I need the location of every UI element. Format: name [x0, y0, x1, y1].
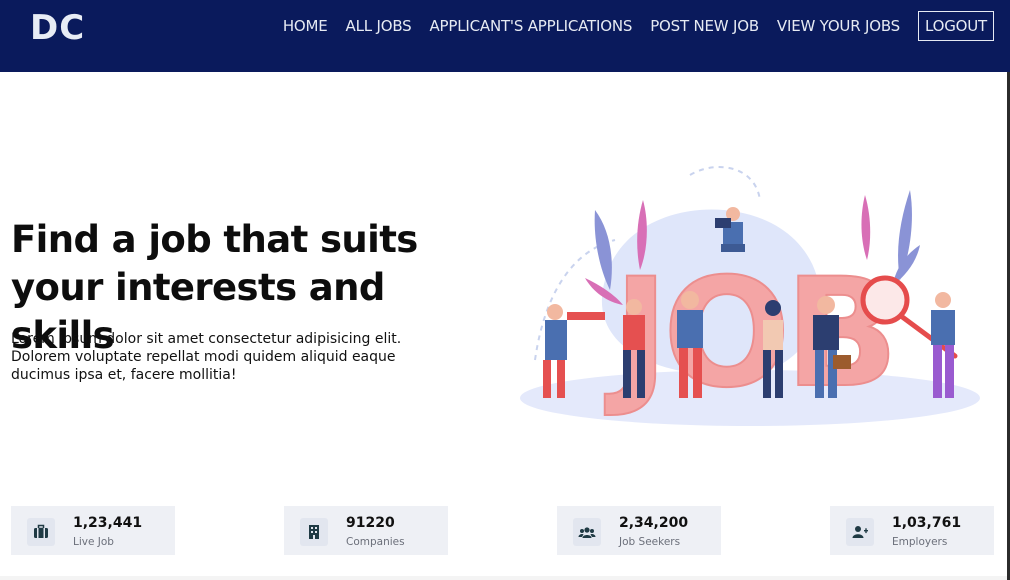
stat-card-job-seekers: 2,34,200 Job Seekers [557, 506, 721, 555]
stat-value: 1,03,761 [892, 515, 962, 531]
nav-home-link[interactable]: HOME [283, 17, 328, 35]
stat-label: Employers [892, 536, 948, 548]
users-icon [573, 518, 601, 546]
nav-links: HOME ALL JOBS APPLICANT'S APPLICATIONS P… [265, 11, 994, 41]
stat-label: Companies [346, 536, 405, 548]
job-search-illustration: JOB [520, 166, 980, 426]
stat-card-live-jobs: 1,23,441 Live Job [11, 506, 175, 555]
stat-value: 2,34,200 [619, 515, 689, 531]
nav-post-job-link[interactable]: POST NEW JOB [650, 17, 759, 35]
nav-applications-link[interactable]: APPLICANT'S APPLICATIONS [429, 17, 632, 35]
logout-button[interactable]: LOGOUT [917, 11, 994, 41]
briefcase-icon [27, 518, 55, 546]
hero-title-line-1: Find a job that suits [11, 218, 418, 261]
stat-value: 1,23,441 [73, 515, 143, 531]
user-plus-icon [846, 518, 874, 546]
hero-description: Lorem ipsum dolor sit amet consectetur a… [11, 331, 402, 383]
navbar: DC HOME ALL JOBS APPLICANT'S APPLICATION… [0, 0, 1010, 72]
building-icon [300, 518, 328, 546]
stat-value: 91220 [346, 515, 395, 531]
logo[interactable]: DC [30, 8, 85, 48]
page-bottom-divider [0, 576, 1007, 580]
job-letters: JOB [604, 247, 893, 421]
stat-label: Job Seekers [619, 536, 681, 548]
stat-label: Live Job [73, 536, 114, 548]
nav-view-jobs-link[interactable]: VIEW YOUR JOBS [777, 17, 900, 35]
stat-card-companies: 91220 Companies [284, 506, 448, 555]
stat-card-employers: 1,03,761 Employers [830, 506, 994, 555]
nav-all-jobs-link[interactable]: ALL JOBS [346, 17, 412, 35]
